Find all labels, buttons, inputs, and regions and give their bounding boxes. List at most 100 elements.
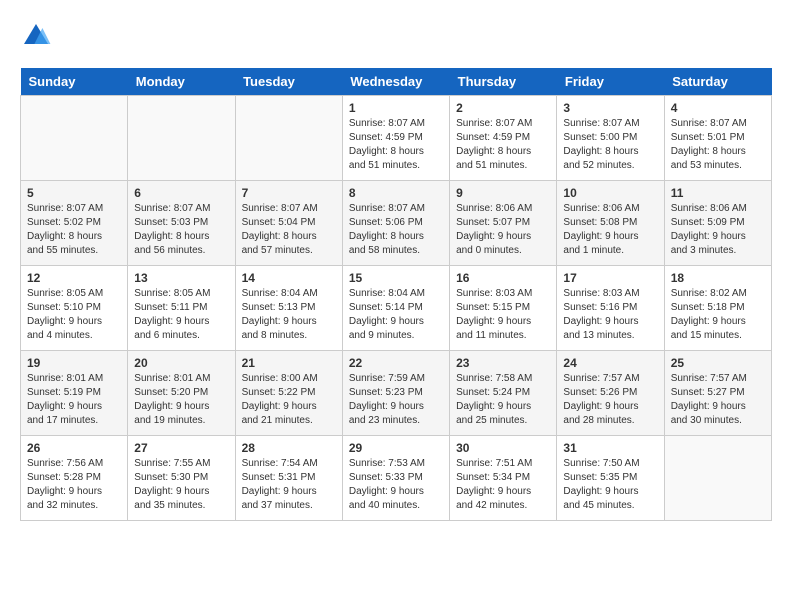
- day-info: Sunrise: 7:58 AM Sunset: 5:24 PM Dayligh…: [456, 372, 550, 428]
- day-info: Sunrise: 7:57 AM Sunset: 5:27 PM Dayligh…: [671, 372, 765, 428]
- calendar-cell: 25 Sunrise: 7:57 AM Sunset: 5:27 PM Dayli…: [664, 351, 771, 436]
- day-info: Sunrise: 8:02 AM Sunset: 5:18 PM Dayligh…: [671, 287, 765, 343]
- day-number: 31: [563, 441, 657, 455]
- day-number: 10: [563, 186, 657, 200]
- weekday-header-monday: Monday: [128, 68, 235, 96]
- day-number: 1: [349, 101, 443, 115]
- weekday-header-saturday: Saturday: [664, 68, 771, 96]
- calendar-cell: 31 Sunrise: 7:50 AM Sunset: 5:35 PM Dayli…: [557, 436, 664, 521]
- calendar-cell: 19 Sunrise: 8:01 AM Sunset: 5:19 PM Dayli…: [21, 351, 128, 436]
- calendar-week-row: 1 Sunrise: 8:07 AM Sunset: 4:59 PM Daylig…: [21, 96, 772, 181]
- day-number: 15: [349, 271, 443, 285]
- calendar-cell: 23 Sunrise: 7:58 AM Sunset: 5:24 PM Dayli…: [450, 351, 557, 436]
- day-info: Sunrise: 8:00 AM Sunset: 5:22 PM Dayligh…: [242, 372, 336, 428]
- calendar-cell: 11 Sunrise: 8:06 AM Sunset: 5:09 PM Dayli…: [664, 181, 771, 266]
- day-info: Sunrise: 7:53 AM Sunset: 5:33 PM Dayligh…: [349, 457, 443, 513]
- day-number: 30: [456, 441, 550, 455]
- calendar-week-row: 5 Sunrise: 8:07 AM Sunset: 5:02 PM Daylig…: [21, 181, 772, 266]
- day-number: 5: [27, 186, 121, 200]
- day-info: Sunrise: 8:07 AM Sunset: 4:59 PM Dayligh…: [456, 117, 550, 173]
- day-number: 11: [671, 186, 765, 200]
- day-number: 24: [563, 356, 657, 370]
- calendar-cell: 1 Sunrise: 8:07 AM Sunset: 4:59 PM Daylig…: [342, 96, 449, 181]
- calendar-cell: [664, 436, 771, 521]
- day-info: Sunrise: 7:51 AM Sunset: 5:34 PM Dayligh…: [456, 457, 550, 513]
- day-number: 29: [349, 441, 443, 455]
- day-number: 23: [456, 356, 550, 370]
- calendar-week-row: 12 Sunrise: 8:05 AM Sunset: 5:10 PM Dayli…: [21, 266, 772, 351]
- calendar-cell: 13Sunrise: 8:05 AM Sunset: 5:11 PM Dayli…: [128, 266, 235, 351]
- calendar-cell: 24 Sunrise: 7:57 AM Sunset: 5:26 PM Dayli…: [557, 351, 664, 436]
- weekday-header-wednesday: Wednesday: [342, 68, 449, 96]
- calendar-cell: [21, 96, 128, 181]
- calendar-cell: 28 Sunrise: 7:54 AM Sunset: 5:31 PM Dayli…: [235, 436, 342, 521]
- day-info: Sunrise: 8:07 AM Sunset: 4:59 PM Dayligh…: [349, 117, 443, 173]
- day-info: Sunrise: 8:05 AM Sunset: 5:10 PM Dayligh…: [27, 287, 121, 343]
- weekday-header-thursday: Thursday: [450, 68, 557, 96]
- day-info: Sunrise: 8:04 AM Sunset: 5:13 PM Dayligh…: [242, 287, 336, 343]
- calendar-cell: 30 Sunrise: 7:51 AM Sunset: 5:34 PM Dayli…: [450, 436, 557, 521]
- calendar-cell: 8 Sunrise: 8:07 AM Sunset: 5:06 PM Daylig…: [342, 181, 449, 266]
- calendar-cell: 12 Sunrise: 8:05 AM Sunset: 5:10 PM Dayli…: [21, 266, 128, 351]
- calendar-cell: 29 Sunrise: 7:53 AM Sunset: 5:33 PM Dayli…: [342, 436, 449, 521]
- day-info: Sunrise: 8:07 AM Sunset: 5:02 PM Dayligh…: [27, 202, 121, 258]
- day-number: 25: [671, 356, 765, 370]
- calendar-cell: 16 Sunrise: 8:03 AM Sunset: 5:15 PM Dayli…: [450, 266, 557, 351]
- day-info: Sunrise: 8:06 AM Sunset: 5:09 PM Dayligh…: [671, 202, 765, 258]
- calendar-cell: 22Sunrise: 7:59 AM Sunset: 5:23 PM Dayli…: [342, 351, 449, 436]
- logo: [20, 20, 56, 52]
- calendar-cell: 27 Sunrise: 7:55 AM Sunset: 5:30 PM Dayli…: [128, 436, 235, 521]
- day-info: Sunrise: 8:07 AM Sunset: 5:03 PM Dayligh…: [134, 202, 228, 258]
- day-info: Sunrise: 8:06 AM Sunset: 5:07 PM Dayligh…: [456, 202, 550, 258]
- day-number: 9: [456, 186, 550, 200]
- day-number: 16: [456, 271, 550, 285]
- day-info: Sunrise: 8:01 AM Sunset: 5:19 PM Dayligh…: [27, 372, 121, 428]
- day-number: 7: [242, 186, 336, 200]
- day-info: Sunrise: 8:07 AM Sunset: 5:00 PM Dayligh…: [563, 117, 657, 173]
- day-info: Sunrise: 8:03 AM Sunset: 5:16 PM Dayligh…: [563, 287, 657, 343]
- day-number: 2: [456, 101, 550, 115]
- calendar-cell: 9 Sunrise: 8:06 AM Sunset: 5:07 PM Daylig…: [450, 181, 557, 266]
- day-number: 6: [134, 186, 228, 200]
- day-info: Sunrise: 7:55 AM Sunset: 5:30 PM Dayligh…: [134, 457, 228, 513]
- day-number: 14: [242, 271, 336, 285]
- calendar-cell: 3 Sunrise: 8:07 AM Sunset: 5:00 PM Daylig…: [557, 96, 664, 181]
- calendar-week-row: 26Sunrise: 7:56 AM Sunset: 5:28 PM Dayli…: [21, 436, 772, 521]
- calendar-table: SundayMondayTuesdayWednesdayThursdayFrid…: [20, 68, 772, 521]
- day-number: 8: [349, 186, 443, 200]
- calendar-cell: 4 Sunrise: 8:07 AM Sunset: 5:01 PM Daylig…: [664, 96, 771, 181]
- day-number: 18: [671, 271, 765, 285]
- day-info: Sunrise: 8:03 AM Sunset: 5:15 PM Dayligh…: [456, 287, 550, 343]
- weekday-header-row: SundayMondayTuesdayWednesdayThursdayFrid…: [21, 68, 772, 96]
- day-number: 13: [134, 271, 228, 285]
- day-info: Sunrise: 8:07 AM Sunset: 5:06 PM Dayligh…: [349, 202, 443, 258]
- day-info: Sunrise: 8:07 AM Sunset: 5:01 PM Dayligh…: [671, 117, 765, 173]
- day-number: 28: [242, 441, 336, 455]
- calendar-cell: 5 Sunrise: 8:07 AM Sunset: 5:02 PM Daylig…: [21, 181, 128, 266]
- day-number: 3: [563, 101, 657, 115]
- calendar-cell: 14 Sunrise: 8:04 AM Sunset: 5:13 PM Dayli…: [235, 266, 342, 351]
- day-number: 20: [134, 356, 228, 370]
- weekday-header-sunday: Sunday: [21, 68, 128, 96]
- day-number: 22: [349, 356, 443, 370]
- calendar-cell: 7 Sunrise: 8:07 AM Sunset: 5:04 PM Daylig…: [235, 181, 342, 266]
- day-number: 27: [134, 441, 228, 455]
- day-info: Sunrise: 7:50 AM Sunset: 5:35 PM Dayligh…: [563, 457, 657, 513]
- calendar-cell: 26Sunrise: 7:56 AM Sunset: 5:28 PM Dayli…: [21, 436, 128, 521]
- day-number: 12: [27, 271, 121, 285]
- day-info: Sunrise: 8:06 AM Sunset: 5:08 PM Dayligh…: [563, 202, 657, 258]
- logo-icon: [20, 20, 52, 52]
- calendar-cell: 17Sunrise: 8:03 AM Sunset: 5:16 PM Dayli…: [557, 266, 664, 351]
- calendar-cell: 15 Sunrise: 8:04 AM Sunset: 5:14 PM Dayli…: [342, 266, 449, 351]
- page-header: [20, 20, 772, 52]
- day-number: 4: [671, 101, 765, 115]
- day-number: 19: [27, 356, 121, 370]
- day-info: Sunrise: 8:07 AM Sunset: 5:04 PM Dayligh…: [242, 202, 336, 258]
- day-info: Sunrise: 7:54 AM Sunset: 5:31 PM Dayligh…: [242, 457, 336, 513]
- calendar-cell: 20Sunrise: 8:01 AM Sunset: 5:20 PM Dayli…: [128, 351, 235, 436]
- day-info: Sunrise: 7:57 AM Sunset: 5:26 PM Dayligh…: [563, 372, 657, 428]
- day-info: Sunrise: 8:04 AM Sunset: 5:14 PM Dayligh…: [349, 287, 443, 343]
- calendar-cell: 2 Sunrise: 8:07 AM Sunset: 4:59 PM Daylig…: [450, 96, 557, 181]
- weekday-header-friday: Friday: [557, 68, 664, 96]
- day-number: 26: [27, 441, 121, 455]
